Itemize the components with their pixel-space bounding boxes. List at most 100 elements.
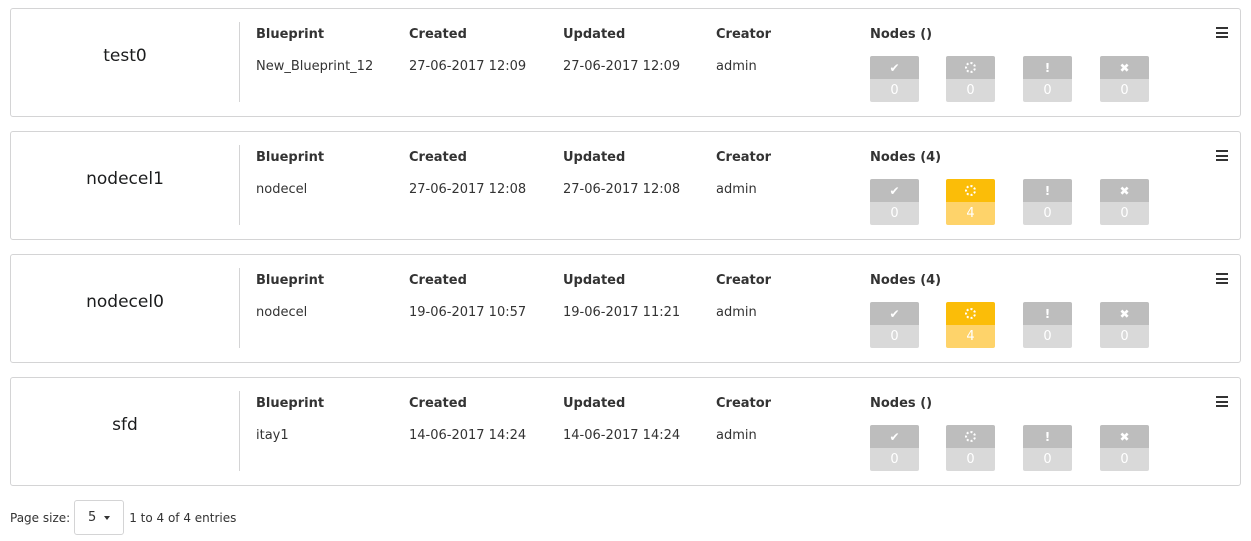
close-icon: ✖ [1100, 425, 1149, 448]
spinner-icon [946, 179, 995, 202]
creator-header: Creator [716, 27, 772, 42]
created-header: Created [409, 396, 467, 411]
close-icon: ✖ [1100, 302, 1149, 325]
deployment-name[interactable]: sfd [112, 415, 138, 435]
nodes-warning-stat: ! 0 [1023, 56, 1072, 102]
page-size-value: 5 [88, 510, 97, 525]
menu-icon[interactable] [1216, 150, 1228, 161]
spinner-icon [946, 56, 995, 79]
page-size-label: Page size: [10, 510, 71, 525]
nodes-ok-count: 0 [870, 448, 919, 471]
nodes-in-progress-stat: 0 [946, 56, 995, 102]
created-value: 27-06-2017 12:09 [409, 59, 527, 74]
exclamation-icon: ! [1023, 425, 1072, 448]
deployment-card: sfd Blueprint itay1 Created 14-06-2017 14:… [10, 377, 1241, 486]
nodes-failed-count: 0 [1100, 448, 1149, 471]
updated-value: 19-06-2017 11:21 [563, 305, 681, 320]
nodes-ok-count: 0 [870, 202, 919, 225]
close-icon: ✖ [1100, 179, 1149, 202]
caret-down-icon [104, 515, 111, 520]
exclamation-icon: ! [1023, 302, 1072, 325]
pagination-footer: Page size: 5 1 to 4 of 4 entries [10, 500, 236, 535]
nodes-in-progress-stat: 0 [946, 425, 995, 471]
deployment-name[interactable]: test0 [103, 46, 146, 66]
close-icon: ✖ [1100, 56, 1149, 79]
nodes-ok-count: 0 [870, 325, 919, 348]
nodes-failed-count: 0 [1100, 79, 1149, 102]
nodes-ok-count: 0 [870, 79, 919, 102]
creator-value: admin [716, 428, 757, 443]
deployment-name[interactable]: nodecel0 [86, 292, 164, 312]
nodes-failed-count: 0 [1100, 202, 1149, 225]
spinner-icon [946, 302, 995, 325]
nodes-failed-count: 0 [1100, 325, 1149, 348]
deployment-name-cell: sfd [11, 391, 240, 471]
deployment-name-cell: nodecel1 [11, 145, 240, 225]
updated-header: Updated [563, 150, 626, 165]
deployment-card: nodecel1 Blueprint nodecel Created 27-06-2… [10, 131, 1241, 240]
blueprint-header: Blueprint [256, 150, 325, 165]
nodes-failed-stat: ✖ 0 [1100, 179, 1149, 225]
nodes-failed-stat: ✖ 0 [1100, 302, 1149, 348]
blueprint-header: Blueprint [256, 396, 325, 411]
updated-header: Updated [563, 273, 626, 288]
entries-count: 1 to 4 of 4 entries [129, 510, 237, 525]
updated-header: Updated [563, 27, 626, 42]
created-header: Created [409, 27, 467, 42]
nodes-failed-stat: ✖ 0 [1100, 56, 1149, 102]
exclamation-icon: ! [1023, 56, 1072, 79]
creator-value: admin [716, 59, 757, 74]
nodes-in-progress-count: 0 [946, 79, 995, 102]
created-header: Created [409, 273, 467, 288]
nodes-failed-stat: ✖ 0 [1100, 425, 1149, 471]
menu-icon[interactable] [1216, 273, 1228, 284]
deployment-name-cell: test0 [11, 22, 240, 102]
created-value: 19-06-2017 10:57 [409, 305, 527, 320]
check-icon: ✔ [870, 425, 919, 448]
updated-value: 27-06-2017 12:09 [563, 59, 681, 74]
nodes-in-progress-stat: 4 [946, 179, 995, 225]
check-icon: ✔ [870, 56, 919, 79]
check-icon: ✔ [870, 179, 919, 202]
check-icon: ✔ [870, 302, 919, 325]
blueprint-value: itay1 [256, 428, 289, 443]
nodes-warning-count: 0 [1023, 202, 1072, 225]
nodes-in-progress-count: 4 [946, 202, 995, 225]
menu-icon[interactable] [1216, 396, 1228, 407]
creator-header: Creator [716, 396, 772, 411]
blueprint-header: Blueprint [256, 273, 325, 288]
nodes-ok-stat: ✔ 0 [870, 56, 919, 102]
nodes-header: Nodes () [870, 27, 933, 42]
blueprint-value: nodecel [256, 305, 308, 320]
created-value: 27-06-2017 12:08 [409, 182, 527, 197]
updated-value: 14-06-2017 14:24 [563, 428, 681, 443]
deployment-name[interactable]: nodecel1 [86, 169, 164, 189]
created-header: Created [409, 150, 467, 165]
creator-value: admin [716, 305, 757, 320]
updated-header: Updated [563, 396, 626, 411]
menu-icon[interactable] [1216, 27, 1228, 38]
nodes-warning-count: 0 [1023, 448, 1072, 471]
created-value: 14-06-2017 14:24 [409, 428, 527, 443]
nodes-warning-count: 0 [1023, 325, 1072, 348]
deployment-card: nodecel0 Blueprint nodecel Created 19-06-2… [10, 254, 1241, 363]
nodes-ok-stat: ✔ 0 [870, 425, 919, 471]
blueprint-header: Blueprint [256, 27, 325, 42]
page-size-select[interactable]: 5 [74, 500, 125, 535]
nodes-in-progress-stat: 4 [946, 302, 995, 348]
updated-value: 27-06-2017 12:08 [563, 182, 681, 197]
creator-value: admin [716, 182, 757, 197]
blueprint-value: nodecel [256, 182, 308, 197]
creator-header: Creator [716, 273, 772, 288]
nodes-warning-stat: ! 0 [1023, 302, 1072, 348]
creator-header: Creator [716, 150, 772, 165]
nodes-warning-count: 0 [1023, 79, 1072, 102]
nodes-header: Nodes () [870, 396, 933, 411]
nodes-header: Nodes (4) [870, 150, 942, 165]
nodes-warning-stat: ! 0 [1023, 179, 1072, 225]
deployment-card: test0 Blueprint New_Blueprint_12 Created 2… [10, 8, 1241, 117]
nodes-ok-stat: ✔ 0 [870, 179, 919, 225]
nodes-ok-stat: ✔ 0 [870, 302, 919, 348]
nodes-header: Nodes (4) [870, 273, 942, 288]
nodes-in-progress-count: 0 [946, 448, 995, 471]
